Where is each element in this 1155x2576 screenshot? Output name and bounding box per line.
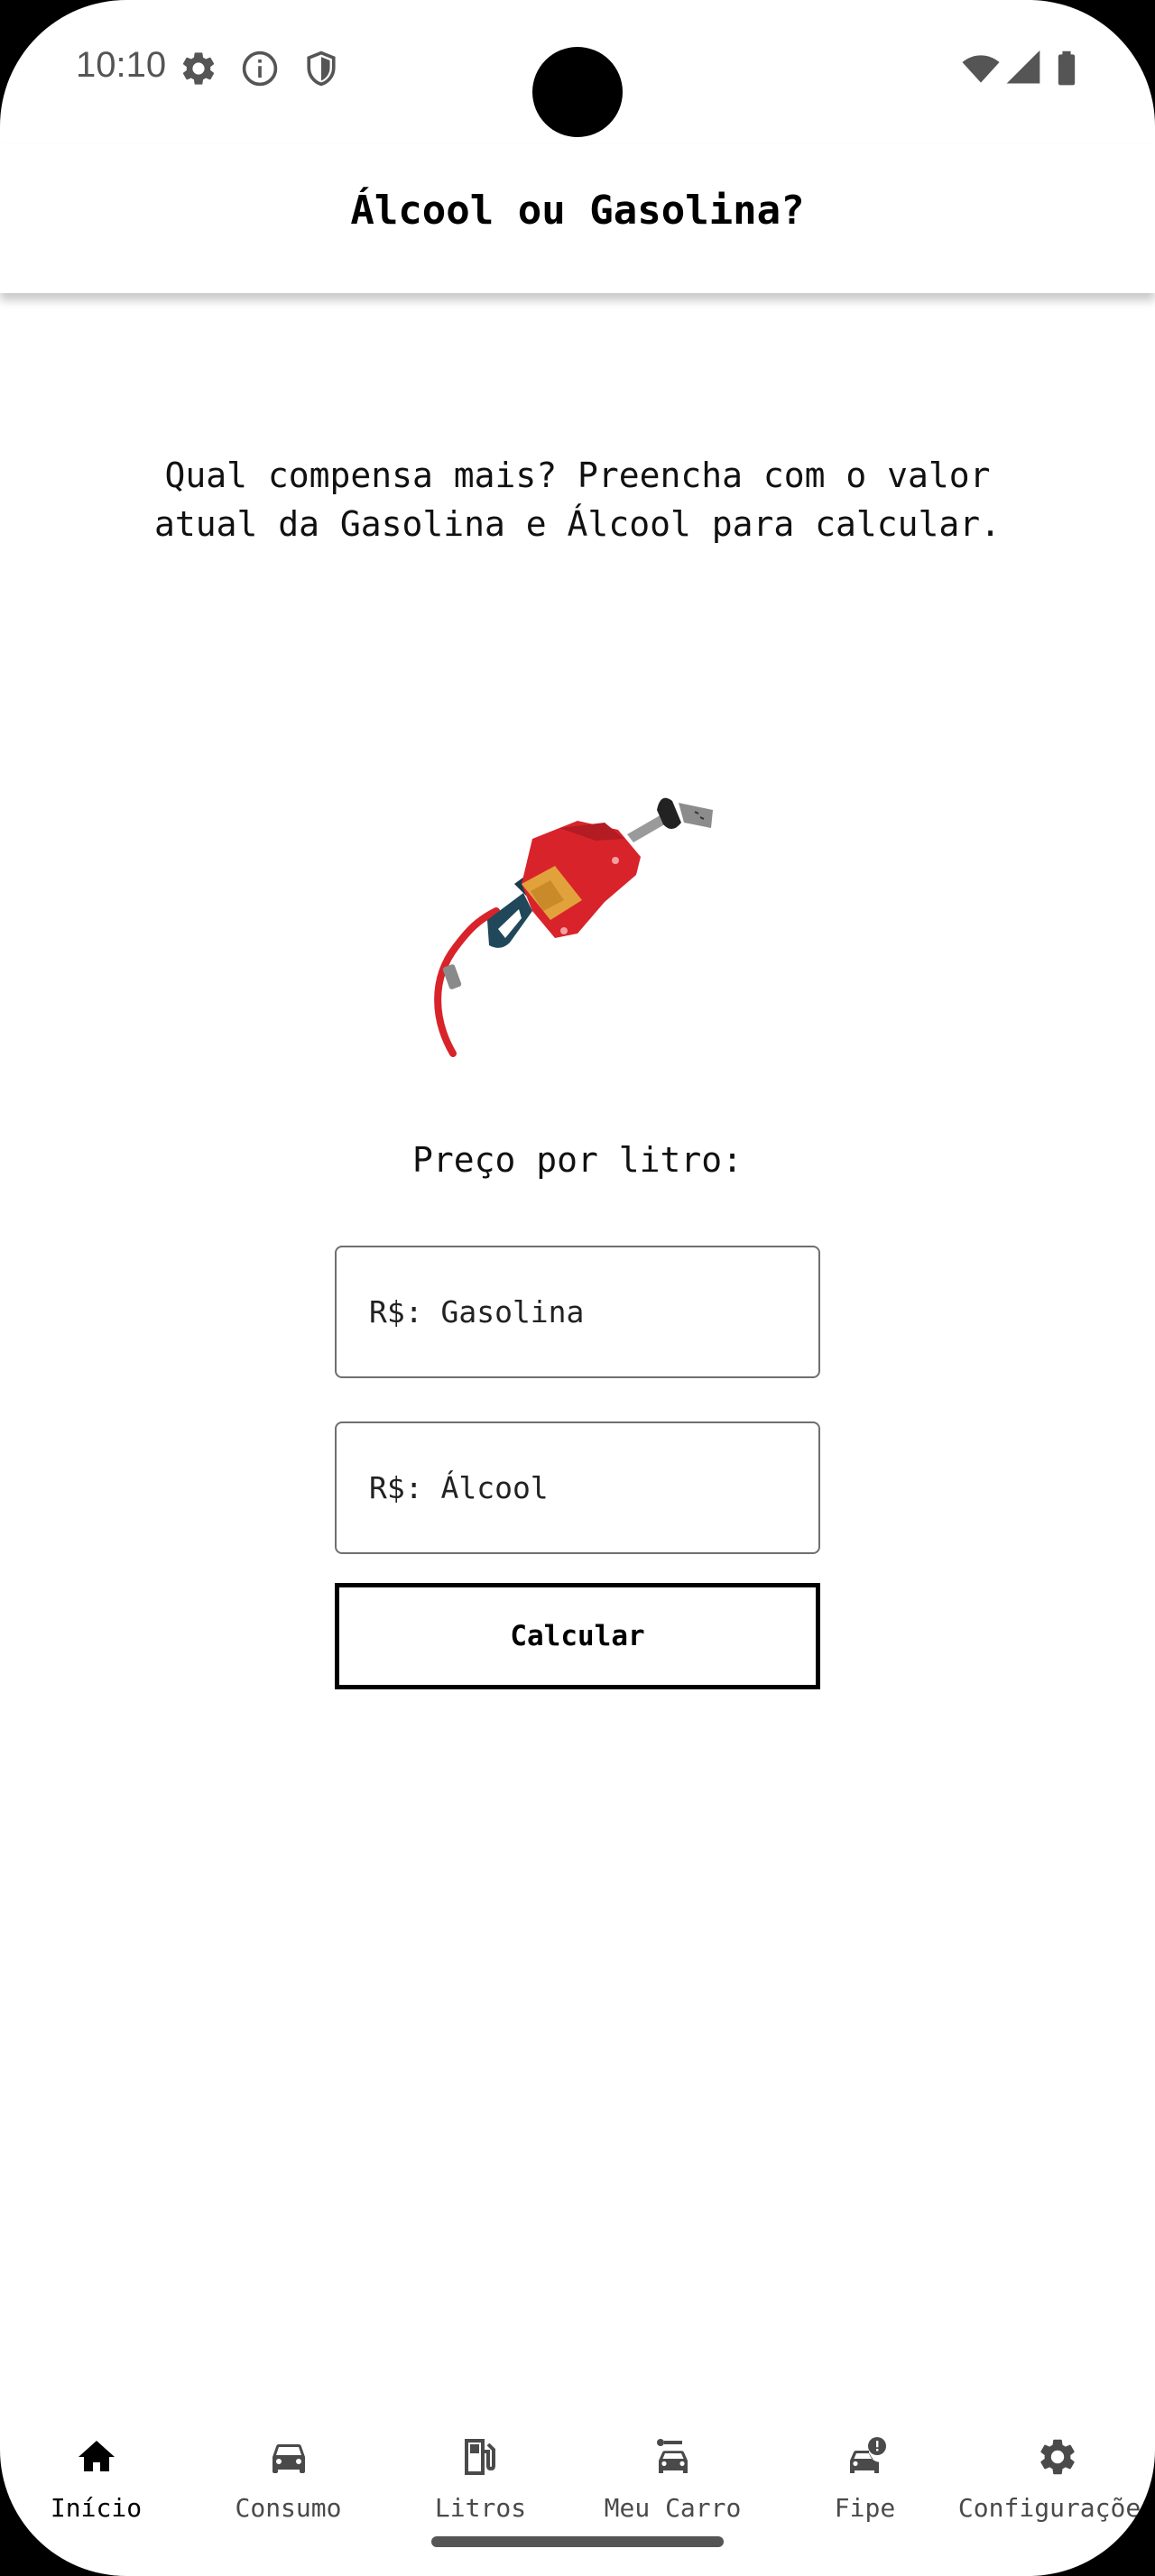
gasolina-price-input[interactable] xyxy=(337,1247,818,1376)
shield-icon xyxy=(307,51,336,87)
front-camera xyxy=(532,47,623,137)
fuel-station-icon xyxy=(464,2439,495,2475)
alcool-price-field[interactable] xyxy=(335,1421,820,1554)
info-icon xyxy=(242,51,278,87)
nav-item-meu-carro[interactable]: Meu Carro xyxy=(577,2399,769,2535)
settings-gear-icon xyxy=(182,52,215,85)
intro-text: Qual compensa mais? Preencha com o valor… xyxy=(154,455,1001,544)
home-indicator[interactable] xyxy=(431,2536,724,2547)
car-route-icon xyxy=(656,2439,688,2473)
nav-label-configuracoes: Configurações xyxy=(957,2493,1155,2523)
nav-item-configuracoes[interactable]: Configurações xyxy=(958,2399,1155,2535)
cellular-signal-icon xyxy=(1006,50,1040,84)
calculate-button[interactable]: Calcular xyxy=(335,1583,820,1689)
nav-item-litros[interactable]: Litros xyxy=(384,2399,577,2535)
app-bar: Álcool ou Gasolina? xyxy=(0,144,1155,293)
alcool-price-input[interactable] xyxy=(337,1423,818,1552)
status-time: 10:10 xyxy=(76,45,167,85)
car-alert-icon xyxy=(849,2437,886,2473)
status-bar: 10:10 xyxy=(0,0,1155,144)
app-screen: 10:10 Álcool ou Gasolina? Qual compensa xyxy=(0,0,1155,2576)
nav-item-inicio[interactable]: Início xyxy=(0,2399,192,2535)
nav-item-consumo[interactable]: Consumo xyxy=(192,2399,384,2535)
settings-icon xyxy=(1040,2439,1075,2475)
nav-item-fipe[interactable]: Fipe xyxy=(769,2399,961,2535)
price-per-liter-label: Preço por litro: xyxy=(411,1140,744,1180)
car-icon xyxy=(272,2444,305,2473)
fuel-pump-nozzle-illustration xyxy=(434,797,713,1057)
battery-icon xyxy=(1058,51,1076,86)
gasolina-price-field[interactable] xyxy=(335,1246,820,1378)
wifi-icon xyxy=(962,55,1000,83)
home-icon xyxy=(78,2441,115,2471)
page-title: Álcool ou Gasolina? xyxy=(350,188,805,234)
bottom-navigation: Início Consumo Litros Meu Carro Fipe Con… xyxy=(0,2399,1155,2576)
